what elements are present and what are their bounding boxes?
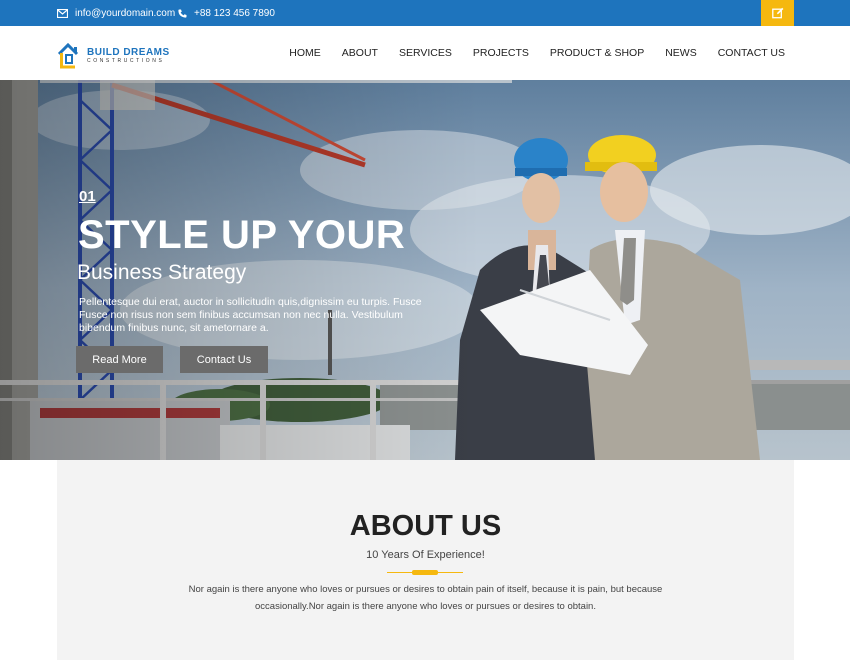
main-header: BUILD DREAMS CONSTRUCTIONS HOME ABOUT SE… xyxy=(0,26,850,80)
topbar-email[interactable]: info@yourdomain.com xyxy=(57,0,175,26)
nav-projects[interactable]: PROJECTS xyxy=(473,47,529,59)
phone-text: +88 123 456 7890 xyxy=(194,7,275,19)
edit-button[interactable] xyxy=(761,0,794,26)
about-section: ABOUT US 10 Years Of Experience! Nor aga… xyxy=(57,460,794,660)
slide-number: 01 xyxy=(79,188,96,205)
about-text: Nor again is there anyone who loves or p… xyxy=(188,584,663,612)
envelope-icon xyxy=(57,8,68,18)
about-title: ABOUT US xyxy=(349,510,502,542)
pencil-square-icon xyxy=(771,7,783,19)
topbar-phone[interactable]: +88 123 456 7890 xyxy=(178,0,275,26)
nav-about[interactable]: ABOUT xyxy=(342,47,378,59)
hero-body-text: Pellentesque dui erat, auctor in sollici… xyxy=(79,296,422,334)
hero-headline: STYLE UP YOUR xyxy=(78,213,406,257)
nav-news[interactable]: NEWS xyxy=(665,47,697,59)
phone-icon xyxy=(178,9,187,18)
nav-services[interactable]: SERVICES xyxy=(399,47,452,59)
section-divider-accent xyxy=(412,570,438,575)
read-more-button[interactable]: Read More xyxy=(76,346,163,373)
site-logo[interactable]: BUILD DREAMS CONSTRUCTIONS xyxy=(57,42,170,70)
hero-slider[interactable]: 01 STYLE UP YOUR Business Strategy Pelle… xyxy=(0,80,850,460)
top-bar: info@yourdomain.com +88 123 456 7890 xyxy=(0,0,850,26)
nav-contact-us[interactable]: CONTACT US xyxy=(718,47,785,59)
logo-title: BUILD DREAMS xyxy=(87,47,170,58)
hero-subheadline: Business Strategy xyxy=(77,261,247,284)
house-logo-icon xyxy=(57,42,79,69)
logo-subtitle: CONSTRUCTIONS xyxy=(87,58,165,64)
nav-home[interactable]: HOME xyxy=(289,47,321,59)
about-tagline: 10 Years Of Experience! xyxy=(366,549,485,561)
nav-product-shop[interactable]: PRODUCT & SHOP xyxy=(550,47,644,59)
logo-text: BUILD DREAMS CONSTRUCTIONS xyxy=(87,47,170,65)
contact-us-button[interactable]: Contact Us xyxy=(180,346,268,373)
email-text: info@yourdomain.com xyxy=(75,7,176,19)
main-nav: HOME ABOUT SERVICES PROJECTS PRODUCT & S… xyxy=(289,26,785,80)
